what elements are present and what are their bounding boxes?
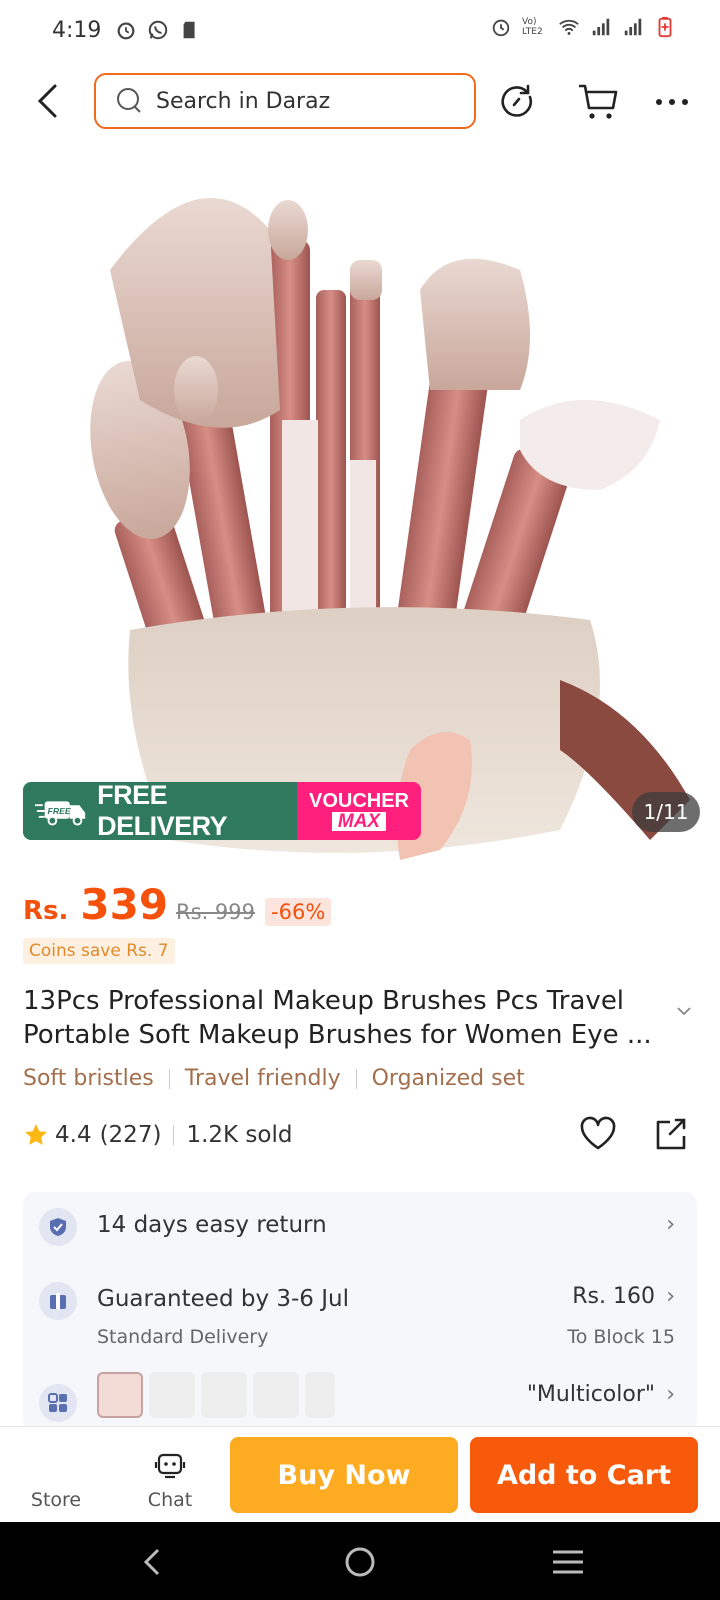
chat-button[interactable]: Chat bbox=[130, 1427, 210, 1523]
variant-thumbnail[interactable] bbox=[253, 1372, 299, 1418]
nav-menu-icon bbox=[553, 1550, 583, 1574]
discount-badge: -66% bbox=[265, 898, 332, 926]
rating-value: 4.4 bbox=[55, 1122, 92, 1148]
back-icon bbox=[37, 84, 57, 118]
tag-divider bbox=[168, 1068, 170, 1089]
cart-button[interactable] bbox=[576, 80, 620, 124]
tag-divider bbox=[355, 1068, 357, 1089]
voucher-label: VOUCHER bbox=[308, 790, 409, 812]
tag-organized-set: Organized set bbox=[371, 1066, 525, 1091]
tag-travel-friendly: Travel friendly bbox=[184, 1066, 341, 1091]
chevron-right-icon: › bbox=[666, 1382, 675, 1407]
coins-badge: Coins save Rs. 7 bbox=[23, 938, 175, 964]
delivery-location: To Block 15 bbox=[567, 1326, 675, 1348]
share-icon bbox=[656, 1118, 686, 1150]
status-bar: 4:19 Vo) LTE2 bbox=[0, 0, 720, 60]
product-title[interactable]: 13Pcs Professional Makeup Brushes Pcs Tr… bbox=[23, 984, 663, 1052]
variant-thumbnails bbox=[97, 1372, 335, 1418]
nav-back-icon bbox=[143, 1548, 160, 1576]
signal-icon bbox=[624, 18, 642, 36]
buy-now-button[interactable]: Buy Now bbox=[230, 1437, 458, 1513]
search-input[interactable]: Search in Daraz bbox=[94, 73, 476, 129]
bottom-action-bar: Store Chat Buy Now Add to Cart bbox=[0, 1426, 720, 1522]
product-image bbox=[90, 198, 690, 860]
whatsapp-icon bbox=[149, 20, 168, 40]
delivery-type-text: Standard Delivery bbox=[97, 1326, 269, 1348]
sold-count: 1.2K sold bbox=[186, 1122, 293, 1148]
share-button[interactable] bbox=[650, 1114, 694, 1158]
free-delivery-badge: FREE FREE DELIVERY bbox=[23, 780, 297, 841]
voucher-max-badge: VOUCHER MAX bbox=[297, 782, 421, 840]
more-button[interactable] bbox=[650, 80, 694, 124]
delivery-price: Rs. 160 bbox=[572, 1284, 655, 1309]
wifi-icon bbox=[559, 19, 579, 35]
system-nav-bar bbox=[0, 1522, 720, 1600]
price-row: Rs. 339 Rs. 999 -66% bbox=[23, 880, 332, 929]
variant-thumbnail[interactable] bbox=[97, 1372, 143, 1418]
chevron-right-icon: › bbox=[666, 1212, 675, 1237]
battery-icon bbox=[658, 16, 672, 38]
original-price: Rs. 999 bbox=[176, 900, 256, 924]
variants-icon bbox=[39, 1384, 77, 1422]
store-label: Store bbox=[30, 1489, 82, 1511]
wishlist-button[interactable] bbox=[578, 1114, 622, 1158]
store-button[interactable]: Store bbox=[16, 1427, 96, 1523]
chat-label: Chat bbox=[147, 1489, 193, 1511]
price-value: 339 bbox=[80, 880, 169, 929]
search-icon bbox=[117, 88, 141, 113]
status-time: 4:19 bbox=[52, 17, 102, 43]
alarm-icon bbox=[492, 19, 510, 37]
top-bar: Search in Daraz bbox=[0, 70, 720, 132]
return-policy-row[interactable]: 14 days easy return › bbox=[23, 1192, 697, 1264]
rating-divider bbox=[173, 1125, 175, 1145]
image-counter: 1/11 bbox=[632, 792, 700, 832]
nav-recents-button[interactable] bbox=[546, 1540, 590, 1584]
price-currency: Rs. bbox=[23, 896, 69, 926]
sd-card-icon bbox=[183, 21, 195, 39]
nav-home-icon bbox=[345, 1547, 375, 1577]
nav-back-button[interactable] bbox=[130, 1540, 174, 1584]
shield-icon bbox=[39, 1208, 77, 1246]
tag-soft-bristles: Soft bristles bbox=[23, 1066, 154, 1091]
volte-icon: Vo) LTE2 bbox=[522, 17, 543, 37]
variant-row[interactable]: "Multicolor" › bbox=[23, 1360, 697, 1432]
delivery-icon bbox=[39, 1282, 77, 1320]
info-card: 14 days easy return › Guaranteed by 3-6 … bbox=[23, 1192, 697, 1432]
rating-row[interactable]: 4.4 (227) 1.2K sold bbox=[23, 1122, 292, 1148]
delivery-guarantee-text: Guaranteed by 3-6 Jul bbox=[97, 1286, 350, 1312]
history-button[interactable] bbox=[496, 80, 540, 124]
review-count: (227) bbox=[99, 1122, 162, 1148]
free-delivery-label: FREE DELIVERY bbox=[97, 780, 228, 841]
product-image-carousel[interactable]: FREE FREE DELIVERY VOUCHER MAX 1/11 bbox=[0, 150, 720, 862]
search-placeholder: Search in Daraz bbox=[156, 88, 331, 114]
variant-thumbnail[interactable] bbox=[305, 1372, 335, 1418]
delivery-truck-icon: FREE bbox=[35, 801, 86, 826]
more-icon bbox=[656, 99, 688, 105]
product-tags: Soft bristles Travel friendly Organized … bbox=[23, 1066, 525, 1091]
alarm-icon bbox=[117, 22, 135, 40]
variant-thumbnail[interactable] bbox=[201, 1372, 247, 1418]
chat-icon bbox=[154, 1453, 186, 1479]
voucher-max-label: MAX bbox=[331, 812, 387, 831]
cart-icon bbox=[579, 84, 618, 119]
chevron-down-icon[interactable] bbox=[676, 1006, 692, 1016]
chevron-right-icon: › bbox=[666, 1284, 675, 1309]
add-to-cart-button[interactable]: Add to Cart bbox=[470, 1437, 698, 1513]
star-icon bbox=[25, 1124, 47, 1145]
variant-value: "Multicolor" bbox=[526, 1382, 655, 1407]
signal-icon bbox=[592, 18, 610, 36]
free-tag-text: FREE bbox=[48, 806, 72, 816]
delivery-row[interactable]: Guaranteed by 3-6 Jul Standard Delivery … bbox=[23, 1264, 697, 1360]
nav-home-button[interactable] bbox=[338, 1540, 382, 1584]
return-policy-text: 14 days easy return bbox=[97, 1212, 327, 1238]
history-icon bbox=[501, 84, 532, 117]
variant-thumbnail[interactable] bbox=[149, 1372, 195, 1418]
heart-icon bbox=[580, 1116, 616, 1150]
back-button[interactable] bbox=[28, 78, 68, 124]
